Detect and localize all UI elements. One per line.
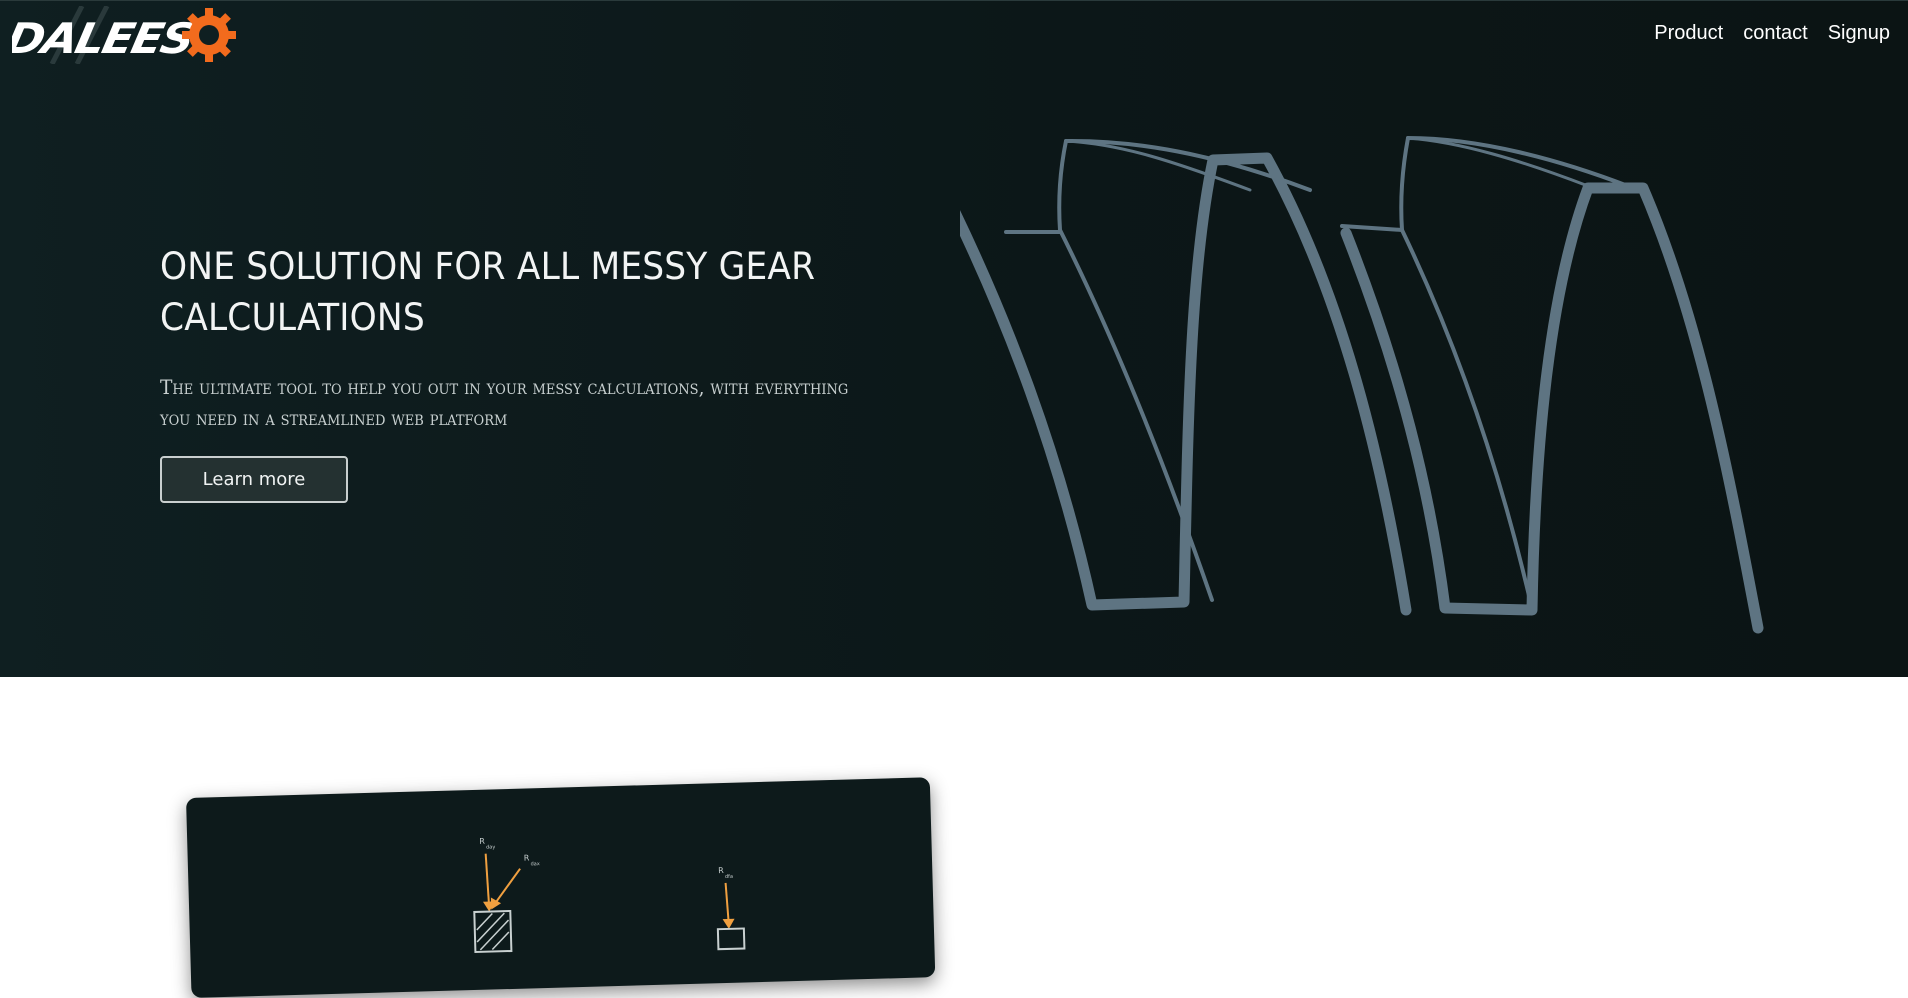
- brand-logo[interactable]: DALEES: [12, 6, 238, 64]
- bearing-block: [473, 909, 513, 954]
- label-r-dax: Rdax: [524, 853, 540, 867]
- hero-headline: ONE SOLUTION FOR ALL MESSY GEAR CALCULAT…: [160, 245, 816, 339]
- preview-diagram: Rday Rdax Rdfa: [473, 836, 746, 954]
- arrowhead: [490, 897, 502, 910]
- top-nav: Product contact Signup: [1654, 22, 1890, 45]
- gear-icon: [182, 8, 236, 62]
- hero-subheading: The ultimate tool to help you out in you…: [160, 375, 849, 430]
- learn-more-button[interactable]: Learn more: [160, 456, 348, 503]
- force-diagram-right: Rdfa: [716, 866, 746, 951]
- label-r-day: Rday: [479, 836, 495, 850]
- arrowhead: [722, 918, 735, 929]
- bearing-hatch: [476, 912, 510, 951]
- nav-contact-link[interactable]: contact: [1743, 22, 1807, 45]
- top-divider: [0, 0, 1908, 1]
- arrow-vertical: [484, 853, 491, 908]
- calculation-preview-card[interactable]: Rday Rdax Rdfa: [186, 777, 936, 998]
- logo-wordmark: DALEES: [12, 15, 197, 63]
- gear-tooth-left: [960, 138, 1412, 616]
- gear-teeth-illustration: [960, 136, 1764, 634]
- arrow-diagonal: [494, 868, 521, 904]
- arrow-vertical: [724, 882, 730, 923]
- nav-product-link[interactable]: Product: [1654, 22, 1723, 45]
- hero-section: DALEES Product contact Signup ONE SOLUTI…: [0, 0, 1908, 677]
- force-diagram-left: Rday Rdax: [473, 836, 540, 954]
- nav-signup-link[interactable]: Signup: [1828, 22, 1890, 45]
- label-r-dfa: Rdfa: [718, 866, 733, 880]
- bearing-block: [716, 927, 746, 951]
- gear-tooth-right: [1340, 136, 1764, 634]
- preview-card-container: Rday Rdax Rdfa: [180, 777, 940, 998]
